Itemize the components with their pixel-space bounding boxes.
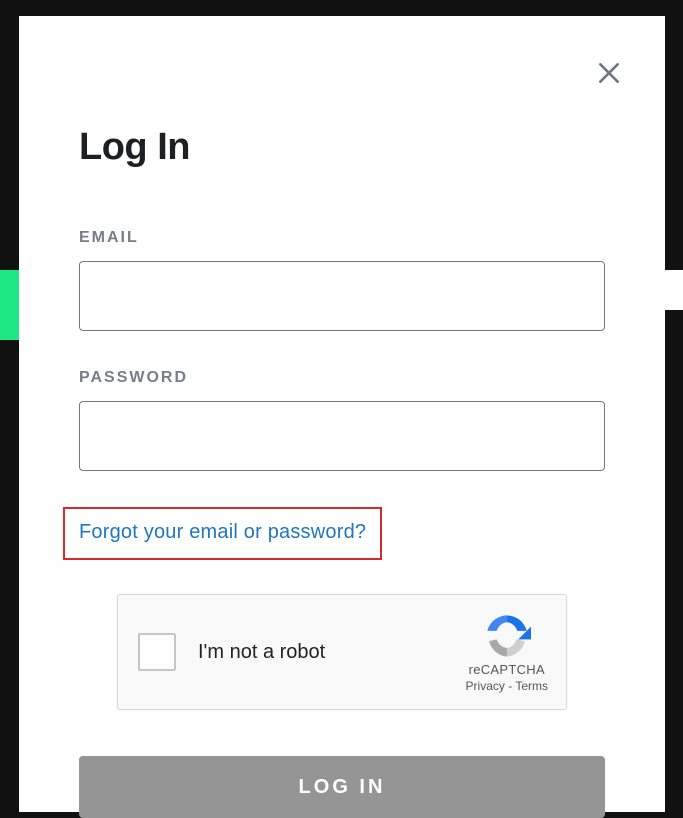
email-field-group: EMAIL (79, 229, 605, 331)
forgot-link-highlight: Forgot your email or password? (63, 507, 382, 560)
recaptcha-terms-link[interactable]: Terms (515, 679, 548, 693)
recaptcha-legal-links: Privacy - Terms (466, 679, 548, 693)
modal-title: Log In (79, 126, 605, 169)
password-field-group: PASSWORD (79, 369, 605, 471)
background-accent-left (0, 270, 19, 340)
recaptcha-icon (481, 612, 533, 660)
recaptcha-branding: reCAPTCHA Privacy - Terms (466, 612, 548, 693)
password-input[interactable] (79, 401, 605, 471)
login-button[interactable]: LOG IN (79, 756, 605, 818)
email-label: EMAIL (79, 229, 605, 247)
recaptcha-privacy-link[interactable]: Privacy (466, 679, 505, 693)
password-label: PASSWORD (79, 369, 605, 387)
forgot-email-password-link[interactable]: Forgot your email or password? (79, 521, 366, 543)
recaptcha-checkbox[interactable] (138, 633, 176, 671)
background-accent-right (663, 270, 683, 310)
close-button[interactable] (595, 60, 623, 88)
recaptcha-brand-text: reCAPTCHA (466, 662, 548, 677)
recaptcha-label: I'm not a robot (198, 641, 466, 664)
recaptcha-separator: - (505, 679, 515, 693)
login-modal: Log In EMAIL PASSWORD Forgot your email … (19, 16, 665, 812)
recaptcha-widget: I'm not a robot reCAPTCHA Privacy - Term… (117, 594, 567, 710)
close-icon (596, 60, 622, 86)
email-input[interactable] (79, 261, 605, 331)
